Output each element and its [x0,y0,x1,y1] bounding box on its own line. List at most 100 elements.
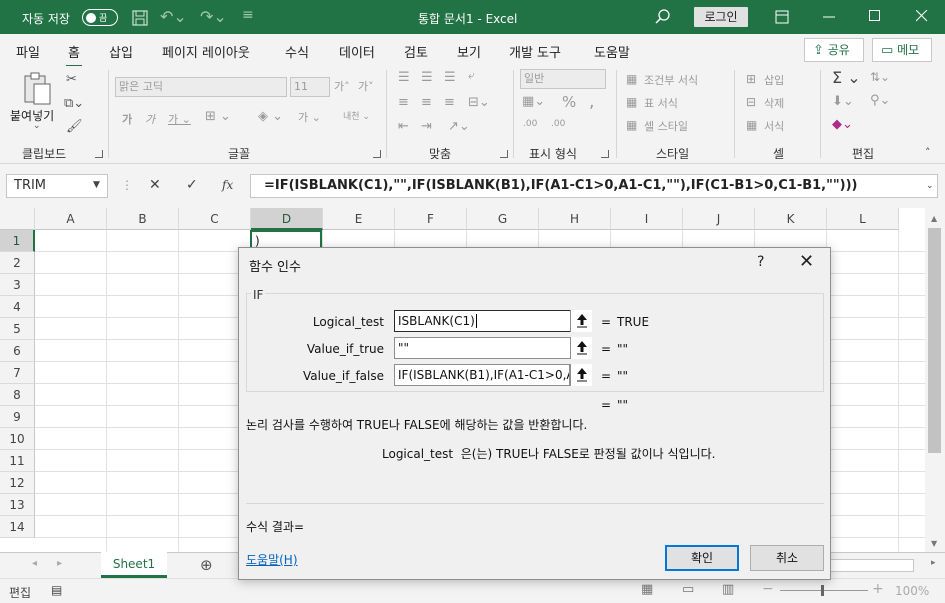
column-header[interactable]: J [683,208,755,230]
maximize-icon[interactable] [869,10,881,22]
number-launcher-icon[interactable] [601,150,609,158]
arg-input-value-if-false[interactable]: IF(ISBLANK(B1),IF(A1-C1>0,A1 [394,364,570,386]
decrease-decimal-icon[interactable]: .00 [551,119,565,129]
align-middle-icon[interactable]: ☰ [421,70,433,85]
wrap-text-icon[interactable]: ⤶ [468,68,475,83]
confirm-entry-icon[interactable]: ✓ [186,177,198,193]
prev-sheet-icon[interactable]: ◂ [32,558,37,569]
login-button[interactable]: 로그인 [694,7,748,27]
collapse-dialog-button[interactable] [570,310,592,332]
row-header[interactable]: 12 [0,472,35,494]
tab-review[interactable]: 검토 [404,42,428,61]
align-top-icon[interactable]: ☰ [398,70,410,85]
column-header[interactable]: B [107,208,179,230]
shrink-font-icon[interactable]: 가˅ [358,78,374,94]
normal-view-icon[interactable]: ▦ [641,582,653,597]
macro-record-icon[interactable]: ▤ [51,583,62,597]
copy-icon[interactable]: ⧉⌄ [64,96,84,111]
autosum-icon[interactable]: Σ ⌄ [832,68,861,87]
dialog-close-icon[interactable]: ✕ [799,251,814,272]
ok-button[interactable]: 확인 [665,545,739,571]
arg-input-logical-test[interactable]: ISBLANK(C1) [394,310,592,332]
column-header[interactable]: H [539,208,611,230]
percent-icon[interactable]: % [562,93,576,111]
fill-icon[interactable]: ⬇⌄ [832,94,854,109]
column-header[interactable]: I [611,208,683,230]
insert-function-icon[interactable]: fx [222,178,233,192]
cancel-entry-icon[interactable]: ✕ [149,177,161,193]
close-window-icon[interactable] [916,10,928,22]
table-format-icon[interactable]: ▦ [626,95,637,109]
format-cells-label[interactable]: 서식 [764,118,784,134]
tab-file[interactable]: 파일 [16,42,40,61]
row-header[interactable]: 9 [0,406,35,428]
row-header[interactable]: 5 [0,318,35,340]
font-color-icon[interactable]: 가 ⌄ [298,109,321,125]
column-header[interactable]: A [35,208,107,230]
undo-icon[interactable]: ↶⌄ [160,7,187,26]
memo-button[interactable]: ▭ 메모 [872,38,932,62]
next-sheet-icon[interactable]: ▸ [57,558,62,569]
italic-icon[interactable]: 가 [145,111,155,127]
column-header[interactable]: D [251,208,323,230]
scroll-down-icon[interactable]: ▼ [931,539,937,548]
zoom-in-icon[interactable]: + [872,581,884,597]
border-icon[interactable]: ⊞ ⌄ [205,109,231,124]
tab-help[interactable]: 도움말 [594,42,630,61]
paste-icon[interactable] [22,72,52,106]
dialog-help-button[interactable]: ? [757,254,764,270]
expand-formula-icon[interactable]: ⌄ [926,181,934,191]
clipboard-launcher-icon[interactable] [95,150,103,158]
phonetic-icon[interactable]: 내천 ⌄ [343,109,370,122]
autosave-toggle[interactable]: 끔 [82,9,118,26]
table-format-label[interactable]: 표 서식 [644,95,678,111]
font-name-combo[interactable]: 맑은 고딕 [115,77,287,97]
cut-icon[interactable]: ✂ [66,72,77,87]
delete-cells-icon[interactable]: ⊟ [746,95,756,109]
collapse-ribbon-icon[interactable]: ˄ [925,146,931,159]
scroll-up-icon[interactable]: ▲ [931,214,937,223]
tab-data[interactable]: 데이터 [339,42,375,61]
tab-developer[interactable]: 개발 도구 [509,42,561,61]
fill-color-icon[interactable]: ◈ ⌄ [258,109,283,124]
sort-filter-icon[interactable]: ⇅⌄ [870,70,890,84]
clear-icon[interactable]: ◆⌄ [832,117,853,132]
bold-icon[interactable]: 가 [122,111,132,127]
collapse-dialog-button[interactable] [570,364,592,386]
row-header[interactable]: 3 [0,274,35,296]
tab-insert[interactable]: 삽입 [109,42,133,61]
zoom-out-icon[interactable]: − [762,581,774,597]
grow-font-icon[interactable]: 가˄ [334,78,350,94]
row-header[interactable]: 1 [0,230,35,252]
row-header[interactable]: 11 [0,450,35,472]
column-header[interactable]: F [395,208,467,230]
orientation-icon[interactable]: ↗⌄ [448,119,470,134]
underline-icon[interactable]: 가 ⌄ [168,111,191,127]
page-layout-view-icon[interactable]: ▭ [682,582,694,597]
comma-icon[interactable]: , [589,92,594,112]
save-icon[interactable] [132,10,148,26]
row-header[interactable]: 2 [0,252,35,274]
conditional-format-label[interactable]: 조건부 서식 [644,72,698,88]
name-box-dropdown-icon[interactable]: ▼ [93,180,100,190]
ribbon-display-icon[interactable] [775,10,789,24]
column-header[interactable]: L [827,208,899,230]
zoom-slider[interactable] [780,590,868,591]
cancel-button[interactable]: 취소 [750,545,824,571]
column-header[interactable]: K [755,208,827,230]
scroll-thumb[interactable] [928,228,941,453]
column-header[interactable]: E [323,208,395,230]
increase-indent-icon[interactable]: ⇥ [421,119,432,134]
paste-dropdown-icon[interactable]: ⌄ [33,121,41,131]
insert-cells-label[interactable]: 삽입 [764,72,784,88]
increase-decimal-icon[interactable]: .00 [523,119,537,129]
align-left-icon[interactable]: ≡ [398,95,409,110]
font-size-combo[interactable]: 11 [290,77,330,97]
column-header[interactable]: C [179,208,251,230]
page-break-view-icon[interactable]: ▥ [722,582,734,597]
row-header[interactable]: 7 [0,362,35,384]
arg-input-value-if-true[interactable]: "" [394,337,592,359]
align-center-icon[interactable]: ≡ [421,95,432,110]
tab-formulas[interactable]: 수식 [285,42,309,61]
row-header[interactable]: 8 [0,384,35,406]
